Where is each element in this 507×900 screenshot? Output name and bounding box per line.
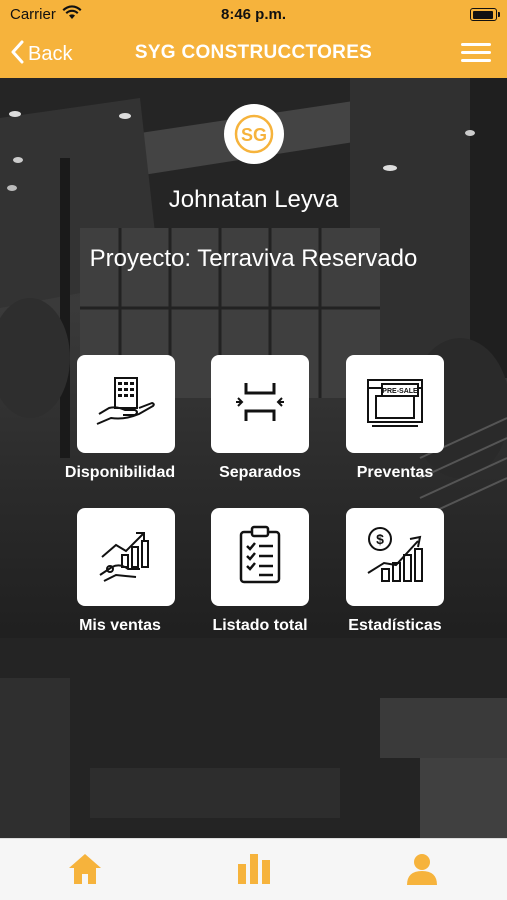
sales-growth-icon <box>96 525 156 590</box>
listado-total-button[interactable] <box>211 508 309 606</box>
mis-ventas-label: Mis ventas <box>79 617 161 634</box>
tab-profile[interactable] <box>402 851 442 891</box>
checklist-icon <box>235 524 285 591</box>
tab-statistics[interactable] <box>234 851 274 891</box>
hamburger-menu-icon[interactable] <box>461 43 491 65</box>
status-bar: Carrier 8:46 p.m. <box>0 0 507 30</box>
company-logo: SG <box>224 104 284 164</box>
mis-ventas-button[interactable] <box>77 508 175 606</box>
pre-sale-badge: PRE-SALE <box>382 388 418 395</box>
tab-bar <box>0 838 507 900</box>
separator-icon <box>232 377 288 432</box>
page-title: SYG CONSTRUCCTORES <box>134 42 373 63</box>
profile-icon <box>404 852 440 891</box>
chart-icon <box>236 852 272 891</box>
battery-icon <box>470 8 500 21</box>
svg-text:$: $ <box>376 531 384 547</box>
estadisticas-button[interactable]: $ <box>346 508 444 606</box>
estadisticas-label: Estadísticas <box>348 617 442 634</box>
user-name: Johnatan Leyva <box>168 186 339 213</box>
preventas-button[interactable]: PRE-SALE <box>346 355 444 453</box>
logo-text: SG <box>241 125 267 145</box>
clock: 8:46 p.m. <box>220 6 287 23</box>
statistics-icon: $ <box>364 525 426 590</box>
separados-label: Separados <box>219 464 301 481</box>
separados-button[interactable] <box>211 355 309 453</box>
home-icon <box>67 852 103 891</box>
pre-sale-icon: PRE-SALE <box>364 372 426 437</box>
navigation-bar: Back SYG CONSTRUCCTORES <box>0 30 507 78</box>
building-hand-icon <box>95 374 157 435</box>
disponibilidad-label: Disponibilidad <box>64 464 176 481</box>
preventas-label: Preventas <box>356 464 434 481</box>
project-name: Proyecto: Terraviva Reservado <box>89 245 418 272</box>
disponibilidad-button[interactable] <box>77 355 175 453</box>
listado-total-label: Listado total <box>212 617 308 634</box>
tab-home[interactable] <box>65 851 105 891</box>
main-content: SG Johnatan Leyva Proyecto: Terraviva Re… <box>0 78 507 838</box>
